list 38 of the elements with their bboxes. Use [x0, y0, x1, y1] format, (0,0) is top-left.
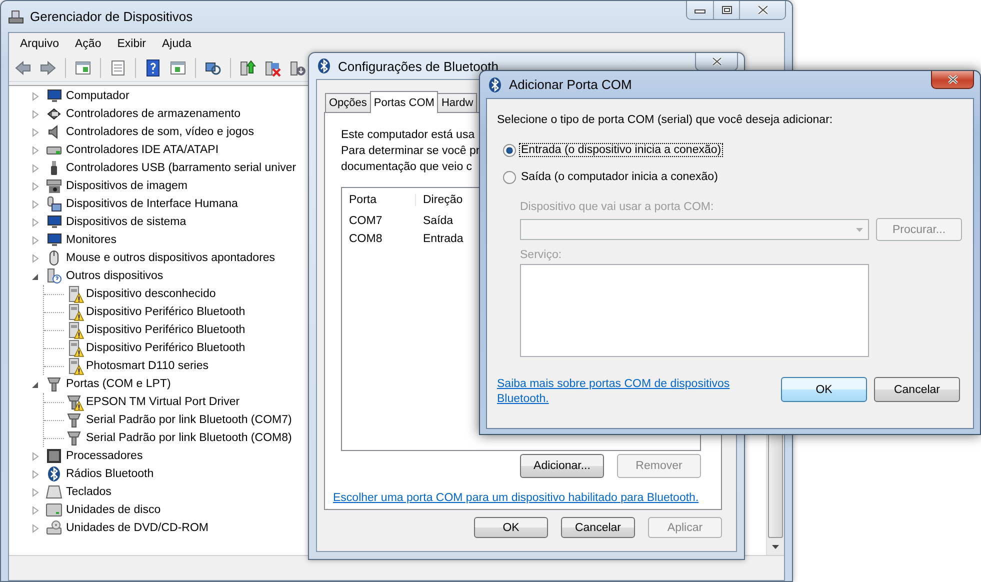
tree-item-label: Dispositivos de imagem — [66, 180, 188, 192]
tree-item-label: Portas (COM e LPT) — [66, 378, 171, 390]
tree-item-label: Controladores de som, vídeo e jogos — [66, 126, 254, 138]
description-text: documentação que veio c — [341, 160, 472, 175]
description-text: Este computador está usa — [341, 128, 475, 143]
tree-item-label: EPSON TM Virtual Port Driver — [86, 396, 240, 408]
tree-item-label: Outros dispositivos — [66, 270, 164, 282]
window-title: Gerenciador de Dispositivos — [30, 9, 193, 24]
tree-item-label: Controladores IDE ATA/ATAPI — [66, 144, 219, 156]
tree-item-label: Photosmart D110 series — [86, 360, 209, 372]
tree-item-label: Teclados — [66, 486, 112, 498]
tree-item-label: Mouse e outros dispositivos apontadores — [66, 252, 276, 264]
field-label: Dispositivo que vai usar a porta COM: — [520, 201, 714, 213]
dialog-title: Adicionar Porta COM — [509, 77, 632, 92]
tree-item-label: Serial Padrão por link Bluetooth (COM8) — [86, 432, 292, 444]
tree-item-label: Controladores USB (barramento serial univer — [66, 162, 296, 174]
tree-item-label: Dispositivo Periférico Bluetooth — [86, 306, 246, 318]
tree-item-label: Computador — [66, 90, 130, 102]
tree-item-label: Dispositivo Periférico Bluetooth — [86, 324, 246, 336]
tree-item-label: Dispositivos de sistema — [66, 216, 186, 228]
tree-item-label: Dispositivos de Interface Humana — [66, 198, 238, 210]
field-label: Serviço: — [520, 249, 562, 261]
prompt-text: Selecione o tipo de porta COM (serial) que você deseja adicionar: — [497, 114, 834, 126]
tree-item-label: Dispositivo Periférico Bluetooth — [86, 342, 246, 354]
tree-item-label: Serial Padrão por link Bluetooth (COM7) — [86, 414, 292, 426]
list-cell-text: COM7 — [348, 215, 384, 227]
tree-item-label: Controladores de armazenamento — [66, 108, 241, 120]
description-text: Para determinar se você pr — [341, 144, 480, 159]
dialog-title: Configurações de Bluetooth — [338, 58, 498, 74]
list-cell-text: Entrada — [422, 233, 464, 245]
tree-item-label: Rádios Bluetooth — [66, 468, 154, 480]
list-cell-text: Saída — [422, 215, 454, 227]
tree-item-label: Unidades de DVD/CD-ROM — [66, 522, 209, 534]
tree-item-label: Unidades de disco — [66, 504, 161, 516]
list-cell-text: COM8 — [348, 233, 384, 245]
tree-item-label: Processadores — [66, 450, 143, 462]
tree-item-label: Monitores — [66, 234, 116, 246]
tree-item-label: Dispositivo desconhecido — [86, 288, 216, 300]
